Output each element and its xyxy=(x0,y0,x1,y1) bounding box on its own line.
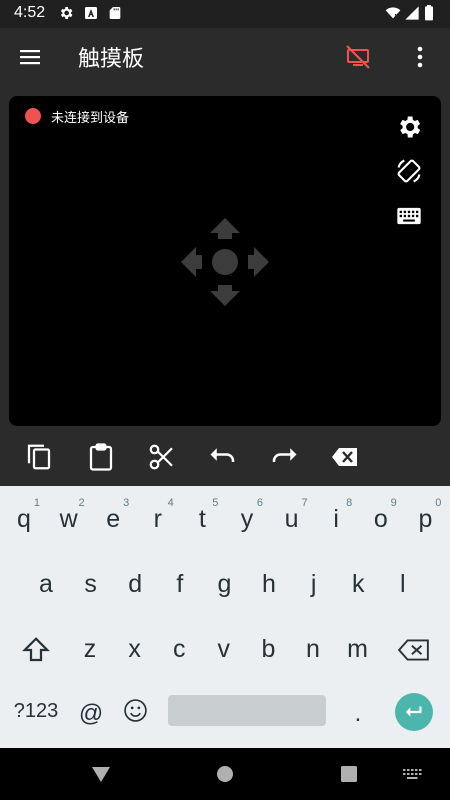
connection-status-text: 未连接到设备 xyxy=(51,111,130,126)
key-label: n xyxy=(306,635,320,663)
dpad-move-icon xyxy=(181,218,269,306)
key-label: g xyxy=(217,570,232,598)
key-h[interactable]: h xyxy=(247,556,291,612)
key-b[interactable]: b xyxy=(246,621,290,677)
wifi-icon xyxy=(385,7,401,19)
backspace-icon[interactable] xyxy=(330,442,360,472)
key-t[interactable]: 5t xyxy=(180,491,224,547)
key-label: f xyxy=(176,570,184,598)
key-label: x xyxy=(128,635,141,663)
navigation-bar xyxy=(0,748,450,800)
key-label: y xyxy=(240,505,254,533)
key-label: d xyxy=(128,570,143,598)
screen-disconnected-icon[interactable] xyxy=(344,43,372,71)
key-r[interactable]: 4r xyxy=(136,491,180,547)
key-label: k xyxy=(351,570,365,598)
key-s[interactable]: s xyxy=(69,556,113,612)
key-label: a xyxy=(39,570,53,598)
status-time: 4:52 xyxy=(14,4,46,21)
key-c[interactable]: c xyxy=(157,621,201,677)
key-j[interactable]: j xyxy=(292,556,336,612)
status-bar: 4:52 xyxy=(0,0,450,28)
redo-icon[interactable] xyxy=(269,442,299,472)
key-o[interactable]: 9o xyxy=(359,491,403,547)
key-label: r xyxy=(153,505,162,533)
key-d[interactable]: d xyxy=(113,556,157,612)
home-icon[interactable] xyxy=(213,762,237,786)
battery-icon xyxy=(425,5,433,21)
key-e[interactable]: 3e xyxy=(91,491,135,547)
key-a[interactable]: a xyxy=(24,556,68,612)
cut-icon[interactable] xyxy=(147,442,177,472)
key-label: h xyxy=(262,570,276,598)
key-l[interactable]: l xyxy=(381,556,425,612)
key-label: i xyxy=(333,505,339,533)
key-label: o xyxy=(373,505,388,533)
space-bar[interactable] xyxy=(168,695,326,726)
key-x[interactable]: x xyxy=(113,621,157,677)
key-v[interactable]: v xyxy=(202,621,246,677)
key-label: z xyxy=(83,635,97,663)
key-label: c xyxy=(172,635,186,663)
at-key[interactable]: @ xyxy=(69,682,113,738)
key-f[interactable]: f xyxy=(158,556,202,612)
key-k[interactable]: k xyxy=(336,556,380,612)
key-g[interactable]: g xyxy=(202,556,246,612)
undo-icon[interactable] xyxy=(208,442,238,472)
symbols-key[interactable]: ?123 xyxy=(8,682,64,738)
key-label: e xyxy=(106,505,121,533)
key-label: q xyxy=(17,505,31,533)
key-m[interactable]: m xyxy=(336,621,380,677)
page-title: 触摸板 xyxy=(78,47,145,72)
key-label: m xyxy=(347,635,368,663)
paste-icon[interactable] xyxy=(86,442,116,472)
screen-rotation-icon[interactable] xyxy=(395,157,423,185)
key-i[interactable]: 8i xyxy=(314,491,358,547)
emoji-icon[interactable] xyxy=(123,698,148,723)
key-label: u xyxy=(284,505,299,533)
key-label: j xyxy=(310,570,317,598)
touchpad-area[interactable]: 未连接到设备 xyxy=(9,96,441,426)
keyboard-backspace-icon[interactable] xyxy=(398,637,430,663)
a-box-icon xyxy=(85,7,97,19)
period-key[interactable]: . xyxy=(336,682,380,738)
key-z[interactable]: z xyxy=(68,621,112,677)
key-u[interactable]: 7u xyxy=(270,491,314,547)
key-label: b xyxy=(261,635,276,663)
key-p[interactable]: 0p xyxy=(403,491,447,547)
hamburger-menu-icon[interactable] xyxy=(18,46,42,68)
more-vertical-icon[interactable] xyxy=(408,44,432,70)
settings-icon[interactable] xyxy=(395,113,423,141)
edit-toolbar xyxy=(0,432,450,486)
copy-icon[interactable] xyxy=(24,442,54,472)
connection-status-dot xyxy=(25,108,41,124)
key-q[interactable]: 1q xyxy=(2,491,46,547)
signal-icon xyxy=(405,6,419,20)
shift-icon[interactable] xyxy=(21,635,51,665)
recents-icon[interactable] xyxy=(337,762,361,786)
key-label: t xyxy=(198,505,206,533)
gear-icon xyxy=(60,7,73,19)
sd-card-icon xyxy=(109,7,121,19)
key-label: w xyxy=(59,505,78,533)
key-n[interactable]: n xyxy=(291,621,335,677)
key-label: p xyxy=(418,505,433,533)
key-label: s xyxy=(84,570,97,598)
soft-keyboard: 1q2w3e4r5t6y7u8i9o0p a s d f g h j k l z x c v b nm ?… xyxy=(0,486,450,748)
key-label: v xyxy=(217,635,231,663)
enter-icon xyxy=(405,706,422,717)
key-w[interactable]: 2w xyxy=(47,491,91,547)
keyboard-switch-icon[interactable] xyxy=(402,762,422,786)
enter-button[interactable] xyxy=(395,693,433,731)
back-icon[interactable] xyxy=(89,762,113,786)
key-y[interactable]: 6y xyxy=(225,491,269,547)
key-label: l xyxy=(400,570,406,598)
keyboard-icon[interactable] xyxy=(395,202,423,230)
app-bar: 触摸板 xyxy=(0,28,450,86)
